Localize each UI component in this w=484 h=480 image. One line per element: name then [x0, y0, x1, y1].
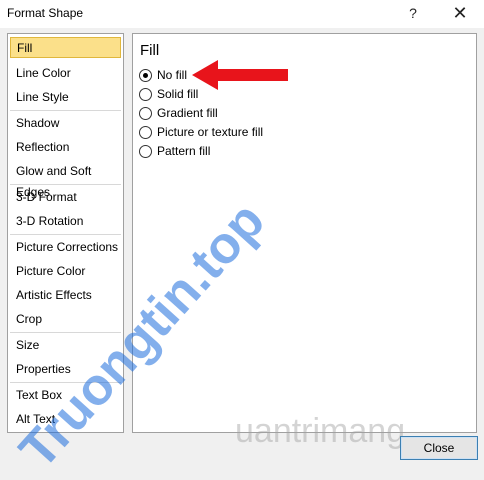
red-arrow-icon — [192, 60, 288, 90]
close-window-button[interactable]: ✕ — [447, 3, 473, 23]
radio-dot — [143, 73, 148, 78]
radio-circle[interactable] — [139, 88, 152, 101]
sidebar-item-3d-format[interactable]: 3-D Format — [10, 187, 121, 208]
radio-circle[interactable] — [139, 107, 152, 120]
sidebar-item-line-style[interactable]: Line Style — [10, 87, 121, 108]
sidebar-item-line-color[interactable]: Line Color — [10, 63, 121, 84]
radio-circle[interactable] — [139, 145, 152, 158]
fill-panel: Fill No fill Solid fill Gradient fill Pi… — [132, 33, 477, 433]
sidebar-item-glow-soft-edges[interactable]: Glow and Soft Edges — [10, 161, 121, 199]
radio-circle[interactable] — [139, 69, 152, 82]
divider — [10, 110, 121, 111]
help-button[interactable]: ? — [400, 3, 426, 23]
sidebar-item-fill[interactable]: Fill — [10, 37, 121, 58]
divider — [10, 234, 121, 235]
sidebar-item-3d-rotation[interactable]: 3-D Rotation — [10, 211, 121, 232]
window-title: Format Shape — [7, 6, 84, 20]
sidebar-item-shadow[interactable]: Shadow — [10, 113, 121, 134]
sidebar-item-reflection[interactable]: Reflection — [10, 137, 121, 158]
title-bar: Format Shape ? ✕ — [0, 0, 484, 28]
sidebar-item-picture-corrections[interactable]: Picture Corrections — [10, 237, 121, 258]
sidebar-item-crop[interactable]: Crop — [10, 309, 121, 330]
radio-label[interactable]: Pattern fill — [157, 142, 210, 160]
radio-label[interactable]: No fill — [157, 66, 187, 84]
radio-label[interactable]: Picture or texture fill — [157, 123, 263, 141]
watermark-logo: uantrimang — [235, 412, 406, 450]
close-button[interactable]: Close — [400, 436, 478, 460]
radio-circle[interactable] — [139, 126, 152, 139]
divider — [10, 184, 121, 185]
sidebar-item-picture-color[interactable]: Picture Color — [10, 261, 121, 282]
sidebar-item-artistic-effects[interactable]: Artistic Effects — [10, 285, 121, 306]
panel-title: Fill — [140, 42, 160, 59]
radio-label[interactable]: Gradient fill — [157, 104, 218, 122]
